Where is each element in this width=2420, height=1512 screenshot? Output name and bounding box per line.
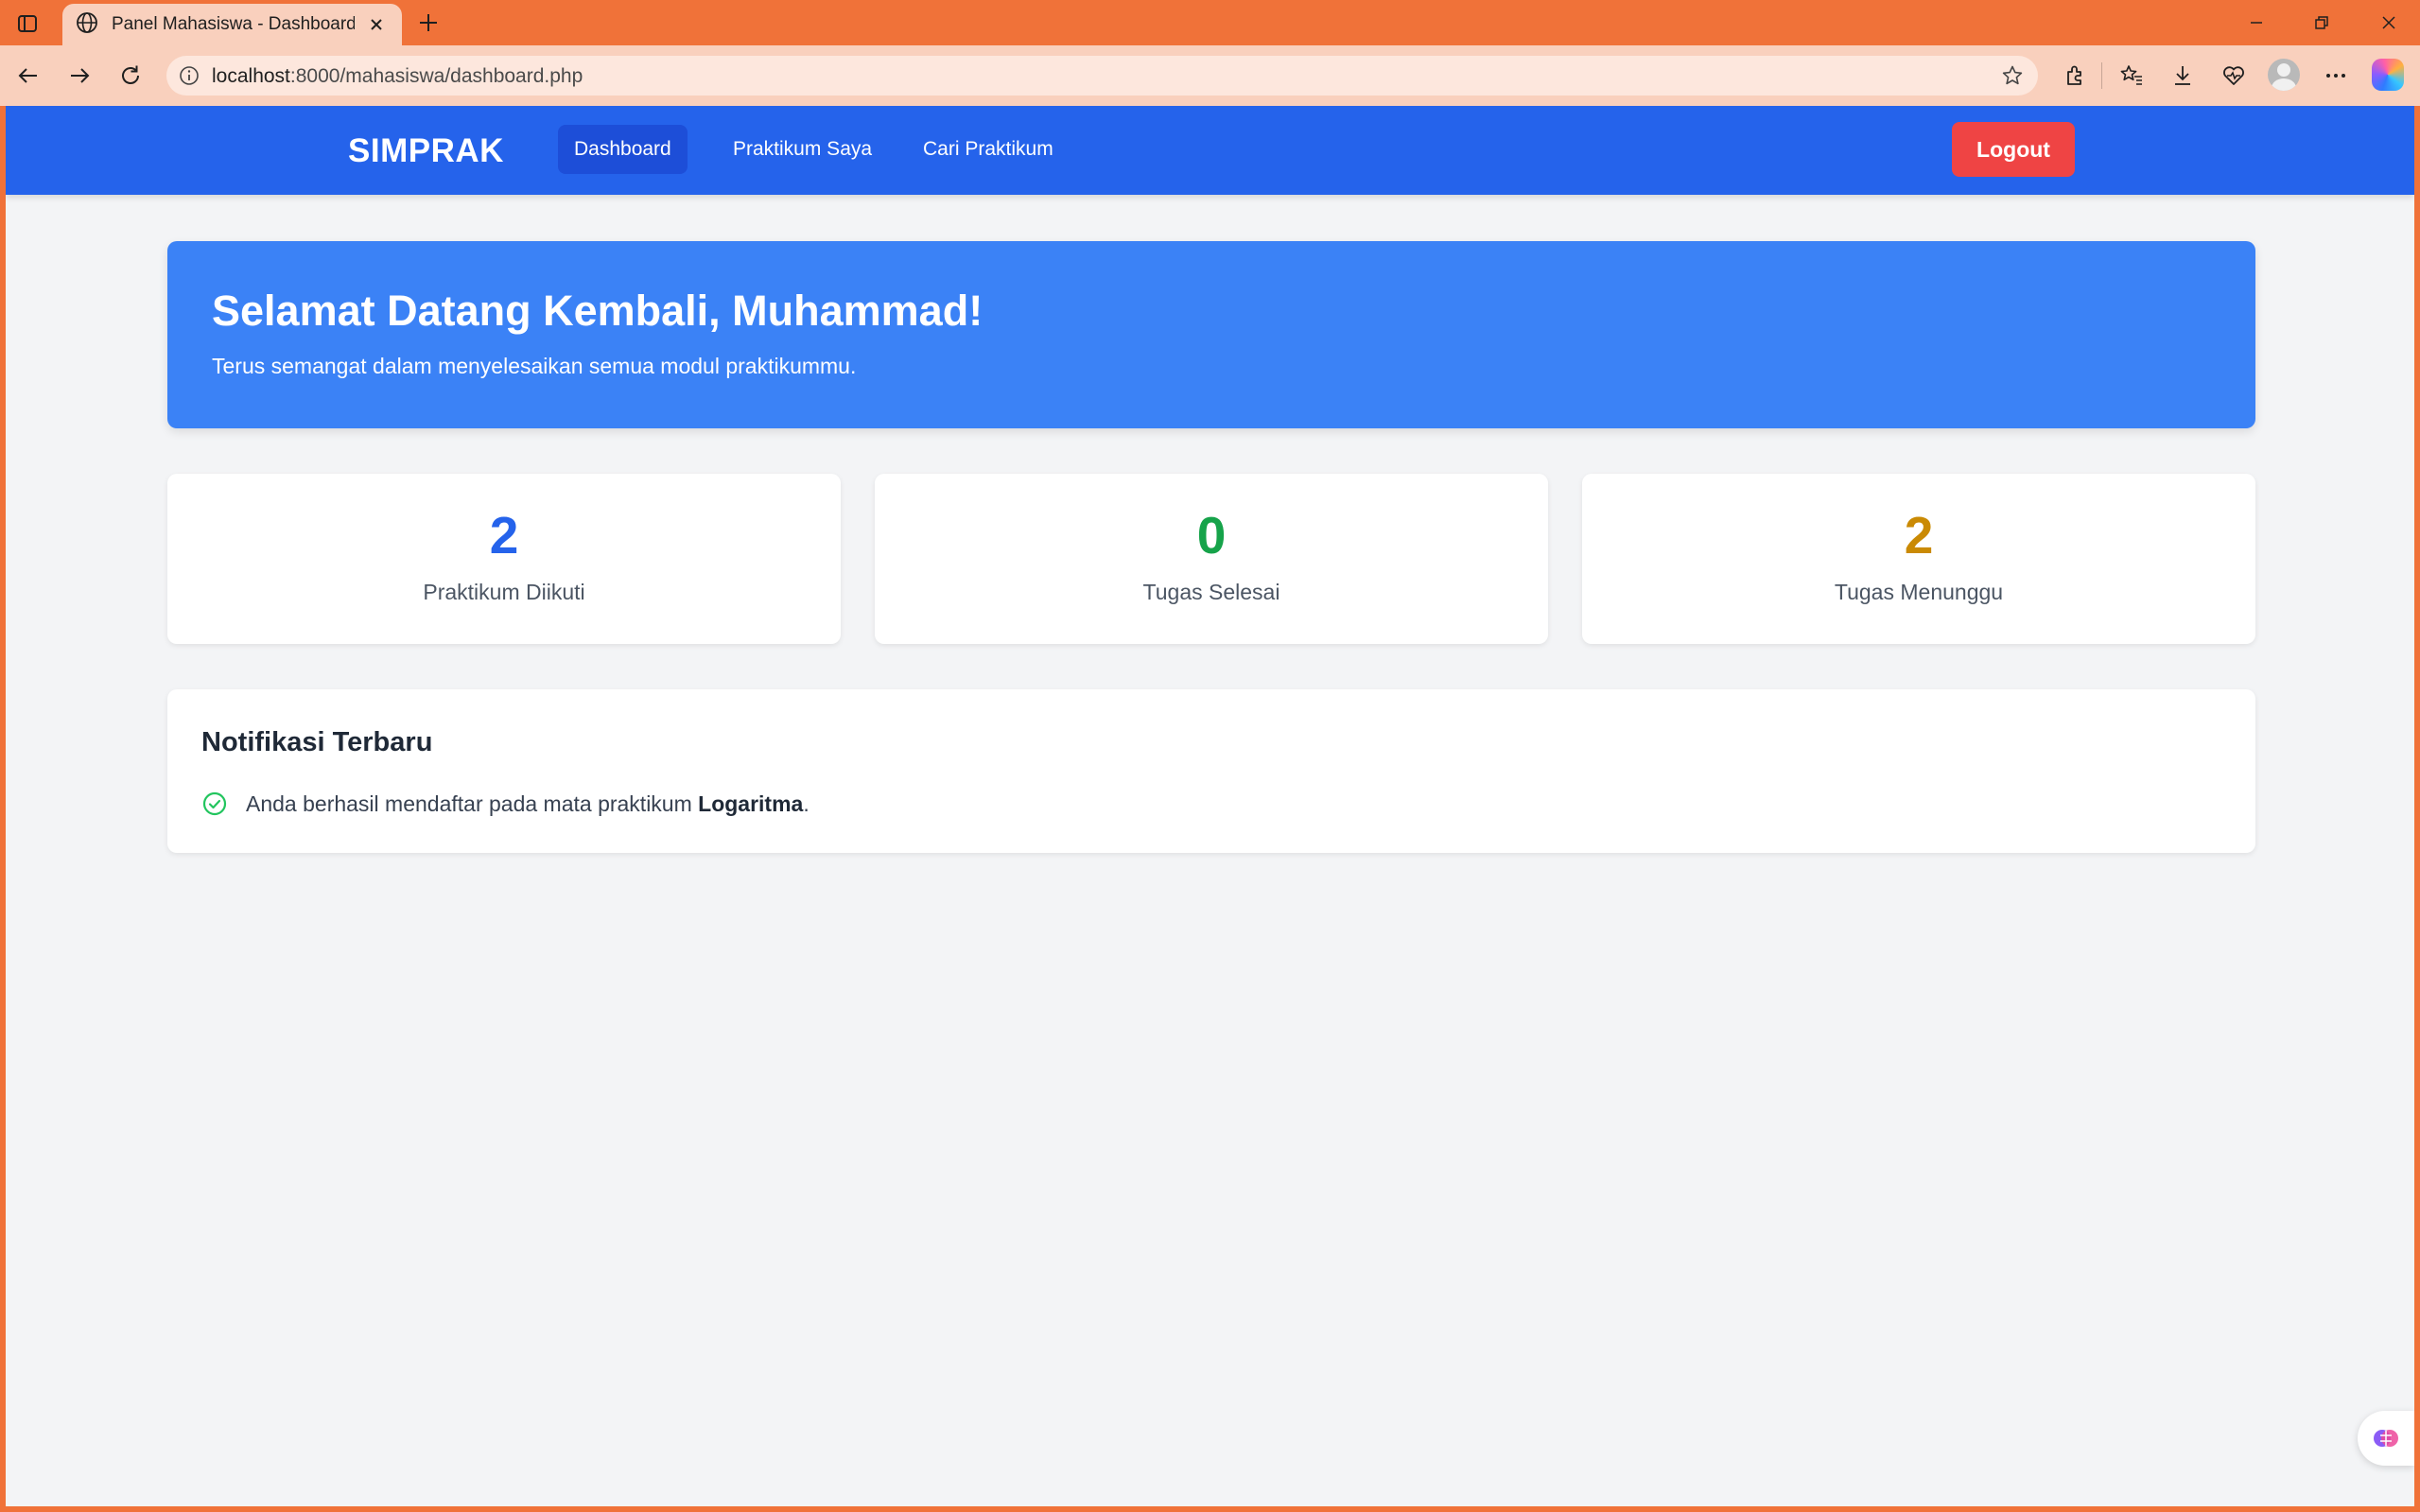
profile-avatar[interactable] xyxy=(2268,59,2300,91)
favorite-star-icon[interactable] xyxy=(1998,61,2027,90)
back-icon[interactable] xyxy=(11,59,45,93)
ai-assistant-icon[interactable] xyxy=(2358,1411,2414,1466)
check-circle-icon xyxy=(201,791,228,817)
stat-value: 2 xyxy=(1904,506,1934,565)
globe-icon xyxy=(76,11,98,39)
extensions-icon[interactable] xyxy=(2058,59,2092,93)
notification-suffix: . xyxy=(803,791,810,816)
nav-dashboard[interactable]: Dashboard xyxy=(558,125,688,174)
stat-value: 2 xyxy=(489,506,519,565)
logout-button[interactable]: Logout xyxy=(1952,122,2075,177)
stat-label: Praktikum Diikuti xyxy=(423,580,585,604)
forward-icon[interactable] xyxy=(62,59,96,93)
site-info-icon[interactable] xyxy=(176,62,202,89)
nav-cari-praktikum[interactable]: Cari Praktikum xyxy=(907,125,1070,174)
close-window-icon[interactable] xyxy=(2366,8,2411,38)
close-tab-icon[interactable] xyxy=(364,12,389,37)
url-path: :8000/mahasiswa/dashboard.php xyxy=(289,65,583,87)
address-bar[interactable]: localhost:8000/mahasiswa/dashboard.php xyxy=(166,56,2038,96)
stat-label: Tugas Menunggu xyxy=(1834,580,2004,604)
notifications-card: Notifikasi Terbaru Anda berhasil mendaft… xyxy=(167,689,2255,853)
top-navbar: SIMPRAK Dashboard Praktikum Saya Cari Pr… xyxy=(6,106,2414,195)
url-host: localhost xyxy=(212,65,290,87)
browser-tab-strip: Panel Mahasiswa - Dashboard Mahasiswa xyxy=(0,0,2420,45)
minimize-icon[interactable] xyxy=(2234,8,2279,38)
browser-essentials-icon[interactable] xyxy=(2217,59,2251,93)
brand-logo[interactable]: SIMPRAK xyxy=(348,132,504,170)
welcome-title: Selamat Datang Kembali, Muhammad! xyxy=(212,287,984,335)
browser-tab[interactable]: Panel Mahasiswa - Dashboard Mahasiswa xyxy=(62,4,402,45)
notification-highlight: Logaritma xyxy=(698,791,804,816)
notification-item: Anda berhasil mendaftar pada mata prakti… xyxy=(201,791,810,817)
stat-card-tugas-selesai: 0 Tugas Selesai xyxy=(875,474,1548,644)
toolbar-separator xyxy=(2101,62,2102,89)
welcome-subtitle: Terus semangat dalam menyelesaikan semua… xyxy=(212,354,857,378)
browser-toolbar: localhost:8000/mahasiswa/dashboard.php xyxy=(0,45,2420,106)
new-tab-icon[interactable] xyxy=(413,8,444,38)
favorites-icon[interactable] xyxy=(2115,59,2149,93)
tab-actions-icon[interactable] xyxy=(13,9,42,38)
tab-title: Panel Mahasiswa - Dashboard Mahasiswa xyxy=(112,14,356,34)
notification-text: Anda berhasil mendaftar pada mata prakti… xyxy=(246,791,810,817)
notifications-title: Notifikasi Terbaru xyxy=(201,727,433,757)
reload-icon[interactable] xyxy=(113,59,148,93)
stat-label: Tugas Selesai xyxy=(1142,580,1280,604)
copilot-icon[interactable] xyxy=(2372,59,2404,91)
downloads-icon[interactable] xyxy=(2166,59,2200,93)
notification-prefix: Anda berhasil mendaftar pada mata prakti… xyxy=(246,791,699,816)
stat-card-praktikum-diikuti: 2 Praktikum Diikuti xyxy=(167,474,841,644)
more-options-icon[interactable] xyxy=(2319,59,2353,93)
welcome-banner: Selamat Datang Kembali, Muhammad! Terus … xyxy=(167,241,2255,428)
nav-praktikum-saya[interactable]: Praktikum Saya xyxy=(717,125,888,174)
page-viewport: SIMPRAK Dashboard Praktikum Saya Cari Pr… xyxy=(6,106,2414,1506)
stat-card-tugas-menunggu: 2 Tugas Menunggu xyxy=(1582,474,2255,644)
stat-value: 0 xyxy=(1196,506,1227,565)
url-text: localhost:8000/mahasiswa/dashboard.php xyxy=(212,65,583,88)
restore-icon[interactable] xyxy=(2299,8,2344,38)
